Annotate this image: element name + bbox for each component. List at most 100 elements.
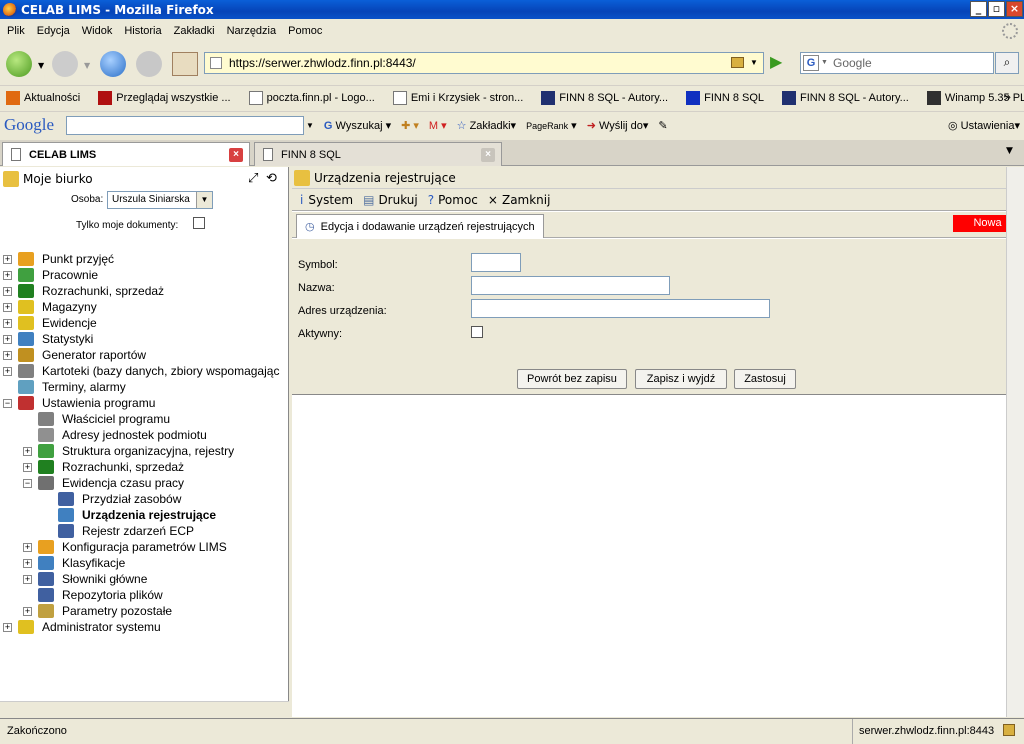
url-dropdown-icon[interactable]: ▼ xyxy=(750,53,758,73)
expand-icon[interactable]: + xyxy=(23,574,32,584)
left-horizontal-scrollbar[interactable] xyxy=(0,701,289,717)
tree-item[interactable]: Przydział zasobów xyxy=(43,491,181,507)
menu-zakladki[interactable]: Zakładki xyxy=(174,25,215,37)
close-window-button[interactable]: × xyxy=(1006,1,1023,17)
tree-item[interactable]: Właściciel programu xyxy=(23,411,170,427)
apply-button[interactable]: Zastosuj xyxy=(734,369,796,389)
back-history-dropdown-icon[interactable]: ▼ xyxy=(38,61,44,70)
search-engine-dropdown-icon[interactable]: ▼ xyxy=(821,53,828,73)
bookmark-1[interactable]: Przeglądaj wszystkie ... xyxy=(92,90,231,105)
ssl-lock-icon[interactable] xyxy=(731,57,744,68)
tree-item[interactable]: + Konfiguracja parametrów LIMS xyxy=(23,539,227,555)
right-vertical-scrollbar[interactable] xyxy=(1006,167,1024,717)
aktywny-checkbox[interactable] xyxy=(471,326,483,338)
tab-edycja[interactable]: ◷ Edycja i dodawanie urządzeń rejestrują… xyxy=(296,214,544,238)
expand-icon[interactable]: + xyxy=(23,446,32,456)
google-extras-icon[interactable]: ✚ ▾ xyxy=(401,119,419,132)
expand-icon[interactable]: + xyxy=(23,542,32,552)
google-search-input[interactable] xyxy=(66,115,304,135)
google-search-dropdown-icon[interactable]: ▼ xyxy=(306,121,314,130)
menu-narzedzia[interactable]: Narzędzia xyxy=(227,25,277,37)
menu-widok[interactable]: Widok xyxy=(82,25,113,37)
tree-item[interactable]: + Punkt przyjęć xyxy=(3,251,114,267)
collapse-icon[interactable]: − xyxy=(23,478,32,488)
expand-icon[interactable]: + xyxy=(3,334,12,344)
print-button[interactable]: Drukuj xyxy=(378,193,417,207)
close-button[interactable]: Zamknij xyxy=(502,193,551,207)
forward-button[interactable] xyxy=(52,51,78,77)
expand-icon[interactable]: + xyxy=(3,622,12,632)
bookmark-3[interactable]: Emi i Krzysiek - stron... xyxy=(387,90,523,105)
expand-icon[interactable]: + xyxy=(3,366,12,376)
search-engine-icon[interactable]: G xyxy=(803,55,819,71)
tree-item[interactable]: + Rozrachunki, sprzedaż xyxy=(3,283,164,299)
tree-item[interactable]: + Struktura organizacyjna, rejestry xyxy=(23,443,234,459)
bookmark-0[interactable]: Aktualności xyxy=(0,90,80,105)
adres-input[interactable] xyxy=(471,299,770,318)
google-settings-button[interactable]: ◎ Ustawienia▾ xyxy=(948,119,1020,132)
tab-celab-lims[interactable]: CELAB LIMS × xyxy=(2,142,250,166)
expand-icon[interactable]: + xyxy=(3,350,12,360)
stop-button[interactable] xyxy=(136,51,162,77)
bookmark-4[interactable]: FINN 8 SQL - Autory... xyxy=(535,90,668,105)
tree-item[interactable]: + Rozrachunki, sprzedaż xyxy=(23,459,184,475)
tree-item[interactable]: + Pracownie xyxy=(3,267,98,283)
tab-close-icon[interactable]: × xyxy=(481,148,495,162)
tree-item[interactable]: + Klasyfikacje xyxy=(23,555,125,571)
search-input[interactable]: G ▼ Google xyxy=(800,52,994,74)
expand-icon[interactable]: + xyxy=(3,302,12,312)
tree-item[interactable]: Urządzenia rejestrujące xyxy=(43,507,216,523)
tree-item[interactable]: − Ewidencja czasu pracy xyxy=(23,475,184,491)
tree-item[interactable]: Repozytoria plików xyxy=(23,587,163,603)
expand-icon[interactable]: + xyxy=(23,606,32,616)
tree-item[interactable]: + Generator raportów xyxy=(3,347,146,363)
tab-finn-8-sql[interactable]: FINN 8 SQL × xyxy=(254,142,502,166)
expand-icon[interactable]: + xyxy=(23,462,32,472)
save-and-exit-button[interactable]: Zapisz i wyjdź xyxy=(635,369,727,389)
menu-historia[interactable]: Historia xyxy=(124,25,161,37)
ssl-lock-icon[interactable] xyxy=(1003,724,1015,736)
expand-icon[interactable]: + xyxy=(23,558,32,568)
expand-icon[interactable]: + xyxy=(3,286,12,296)
expand-icon[interactable]: + xyxy=(3,318,12,328)
back-button[interactable] xyxy=(6,51,32,77)
tree-item[interactable]: − Ustawienia programu xyxy=(3,395,155,411)
google-search-button[interactable]: G Wyszukaj ▾ xyxy=(324,119,391,132)
tree-item[interactable]: + Statystyki xyxy=(3,331,93,347)
tab-close-icon[interactable]: × xyxy=(229,148,243,162)
tree-item[interactable]: Terminy, alarmy xyxy=(3,379,126,395)
tree-item[interactable]: Adresy jednostek podmiotu xyxy=(23,427,207,443)
symbol-input[interactable] xyxy=(471,253,521,272)
menu-edycja[interactable]: Edycja xyxy=(37,25,70,37)
bookmark-2[interactable]: poczta.finn.pl - Logo... xyxy=(243,90,375,105)
minimize-button[interactable]: _ xyxy=(970,1,987,17)
reload-button[interactable] xyxy=(100,51,126,77)
go-button[interactable]: ▶ xyxy=(770,54,790,72)
menu-pomoc[interactable]: Pomoc xyxy=(288,25,322,37)
url-bar[interactable]: https://serwer.zhwlodz.finn.pl:8443/ ▼ xyxy=(204,52,764,74)
nazwa-input[interactable] xyxy=(471,276,670,295)
highlight-pen-icon[interactable]: ✎ xyxy=(658,119,667,132)
collapse-icon[interactable]: − xyxy=(3,398,12,408)
system-button[interactable]: System xyxy=(308,193,353,207)
bookmark-6[interactable]: FINN 8 SQL - Autory... xyxy=(776,90,909,105)
tree-item[interactable]: + Parametry pozostałe xyxy=(23,603,172,619)
tree-item[interactable]: Rejestr zdarzeń ECP xyxy=(43,523,194,539)
forward-history-dropdown-icon[interactable]: ▼ xyxy=(84,61,90,70)
gmail-icon[interactable]: M ▾ xyxy=(429,119,447,132)
maximize-button[interactable]: ▫ xyxy=(988,1,1005,17)
tree-item[interactable]: + Magazyny xyxy=(3,299,97,315)
more-bookmarks-chevron-icon[interactable]: » xyxy=(1004,90,1011,104)
home-button[interactable] xyxy=(172,52,198,76)
tab-list-dropdown-icon[interactable]: ▼ xyxy=(1006,146,1013,156)
back-without-save-button[interactable]: Powrót bez zapisu xyxy=(517,369,627,389)
tree-item[interactable]: + Ewidencje xyxy=(3,315,97,331)
expand-icon[interactable]: + xyxy=(3,254,12,264)
tree-item[interactable]: + Administrator systemu xyxy=(3,619,161,635)
bookmark-5[interactable]: FINN 8 SQL xyxy=(680,90,764,105)
google-bookmarks-button[interactable]: ☆ Zakładki▾ xyxy=(457,119,516,132)
tree-item[interactable]: + Kartoteki (bazy danych, zbiory wspomaga… xyxy=(3,363,279,379)
send-to-button[interactable]: ➜ Wyślij do▾ xyxy=(587,119,649,132)
tree-item[interactable]: + Słowniki główne xyxy=(23,571,147,587)
help-button[interactable]: Pomoc xyxy=(438,193,478,207)
